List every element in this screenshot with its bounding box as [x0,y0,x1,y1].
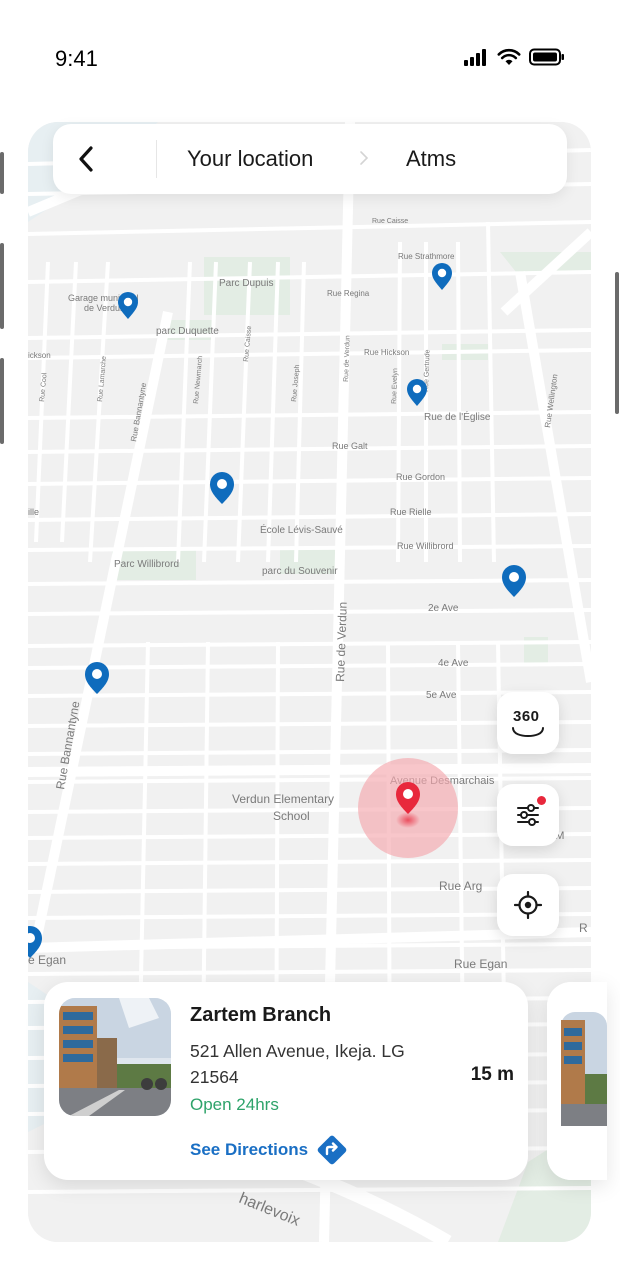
map-label: Parc Dupuis [219,278,273,289]
map-label: Rue Arg [439,879,482,893]
map-label: School [273,809,310,823]
map-label: Rue Rielle [390,507,432,517]
map-label: Rue Regina [327,289,370,298]
status-time: 9:41 [55,46,98,71]
locate-me-button[interactable] [497,874,559,936]
filter-button[interactable] [497,784,559,846]
map-label: Rue de Verdun [333,602,350,683]
map-label: Rue Galt [332,441,368,451]
map-label: Rue Caisse [372,218,408,225]
map-label: 5e Ave [426,690,457,701]
see-directions-label: See Directions [190,1140,309,1159]
map-label: ille [28,507,39,517]
map-label: parc du Souvenir [262,566,338,577]
map-label: Rue Strathmore [398,252,455,261]
wifi-icon [497,48,521,65]
header-divider [156,140,157,178]
map-label: Verdun Elementary [232,792,334,806]
location-glow [396,812,420,828]
notification-dot [537,796,546,805]
breadcrumb-header: Your location Atms [53,124,567,194]
next-branch-card[interactable] [547,982,607,1180]
crosshair-icon [514,891,542,919]
map-label: Rue de l'Église [424,410,491,423]
branch-distance: 15 m [470,1064,514,1085]
map-label: Rue Evelyn [391,368,399,404]
map-label: Rue Willibrord [397,541,454,551]
view-360-button[interactable]: 360 [497,692,559,754]
device-side-button [0,358,4,444]
back-button[interactable] [63,134,109,184]
branch-address: 521 Allen Avenue, Ikeja. LG 21564 [190,1041,405,1087]
branch-hours: Open 24hrs [190,1095,279,1114]
map-label: R [579,921,588,935]
directions-icon [317,1135,347,1165]
signal-icon [464,49,486,66]
breadcrumb-atms[interactable]: Atms [406,146,456,172]
chevron-right-icon [360,151,369,165]
map-label: 4e Ave [438,658,469,669]
map-label: Parc Willibrord [114,559,179,570]
branch-name: Zartem Branch [190,1004,332,1026]
view-360-label: 360 [513,708,540,725]
sliders-icon [517,804,539,826]
branch-photo [59,998,171,1116]
map-label: e Egan [28,953,66,967]
device-side-button [615,272,619,414]
status-icons [463,48,565,66]
battery-icon [529,48,564,66]
see-directions-link[interactable]: See Directions [190,1134,348,1166]
map-label: Rue Egan [454,957,507,971]
map-label: Rue Hickson [364,348,409,357]
map-label: Rue Gordon [396,472,445,482]
map-label: parc Duquette [156,326,219,337]
device-side-button [0,243,4,329]
map-label: 2e Ave [428,603,459,614]
rotate-360-icon [512,727,544,738]
breadcrumb-your-location[interactable]: Your location [187,146,313,172]
map-label: École Lévis-Sauvé [260,523,343,536]
map-label: ickson [28,351,51,360]
chevron-left-icon [79,146,93,172]
status-bar: 9:41 [0,0,620,110]
branch-card[interactable]: Zartem Branch 521 Allen Avenue, Ikeja. L… [44,982,528,1180]
branch-photo [547,982,607,1180]
device-side-button [0,152,4,194]
